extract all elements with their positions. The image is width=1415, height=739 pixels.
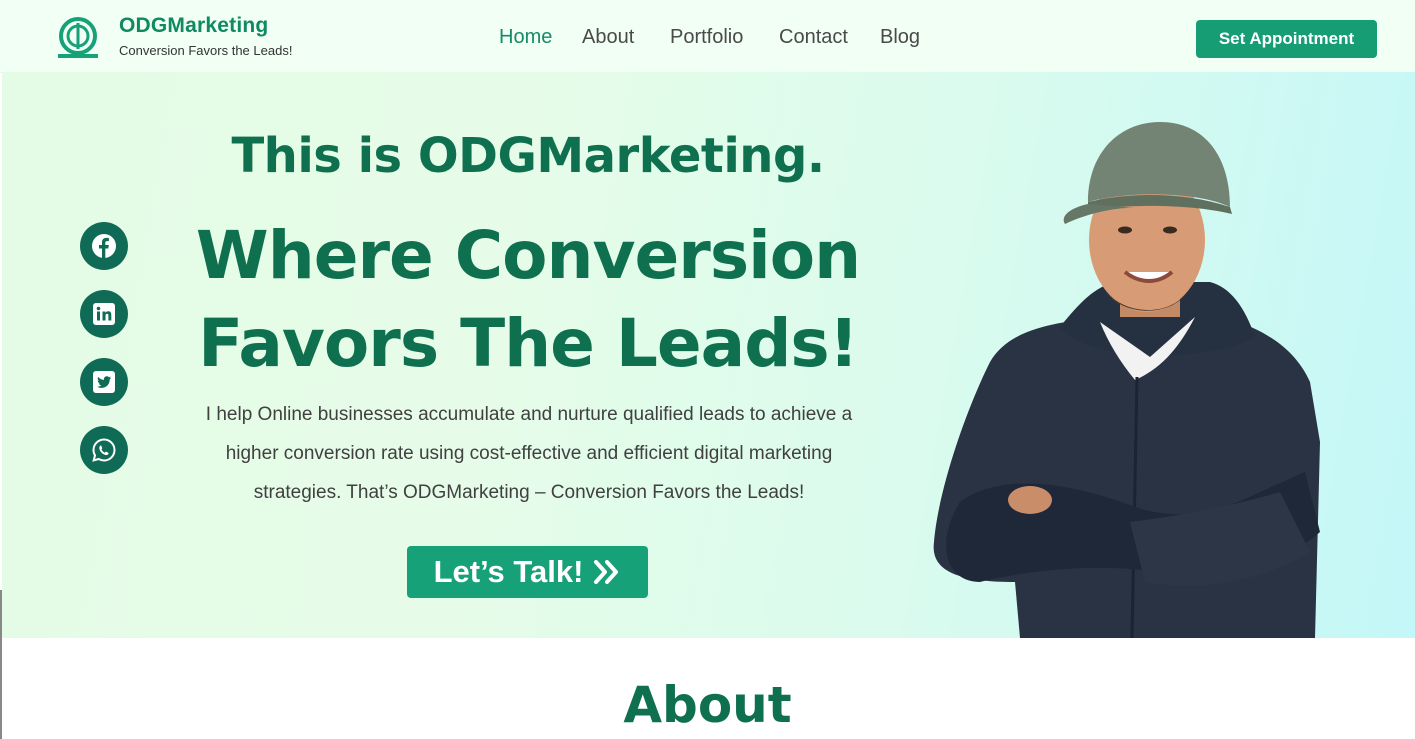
about-section-title: About xyxy=(623,676,792,734)
double-chevron-right-icon xyxy=(594,560,619,584)
nav-portfolio[interactable]: Portfolio xyxy=(670,26,743,49)
lets-talk-label: Let’s Talk! xyxy=(433,554,584,589)
site-header: ODGMarketing Conversion Favors the Leads… xyxy=(0,0,1415,73)
hero-description: I help Online businesses accumulate and … xyxy=(205,404,853,503)
hero-intro-heading: This is ODGMarketing. xyxy=(231,128,825,184)
brand-name[interactable]: ODGMarketing xyxy=(119,14,268,38)
odg-logo-icon[interactable] xyxy=(56,17,100,59)
set-appointment-button[interactable]: Set Appointment xyxy=(1196,20,1377,58)
whatsapp-link[interactable] xyxy=(80,426,128,474)
nav-about[interactable]: About xyxy=(582,26,634,49)
hero-main-heading: Where Conversion Favors The Leads! xyxy=(2,212,1054,388)
nav-blog[interactable]: Blog xyxy=(880,26,920,49)
hero-heading-line-2: Favors The Leads! xyxy=(198,305,859,382)
nav-contact[interactable]: Contact xyxy=(779,26,848,49)
hero-heading-line-1: Where Conversion xyxy=(195,217,861,294)
hero-section: This is ODGMarketing. Where Conversion F… xyxy=(2,72,1415,638)
lets-talk-button[interactable]: Let’s Talk! xyxy=(407,546,648,598)
brand-tagline: Conversion Favors the Leads! xyxy=(119,43,293,58)
person-photo xyxy=(933,122,1320,638)
nav-home[interactable]: Home xyxy=(499,26,552,49)
whatsapp-icon xyxy=(92,438,116,462)
